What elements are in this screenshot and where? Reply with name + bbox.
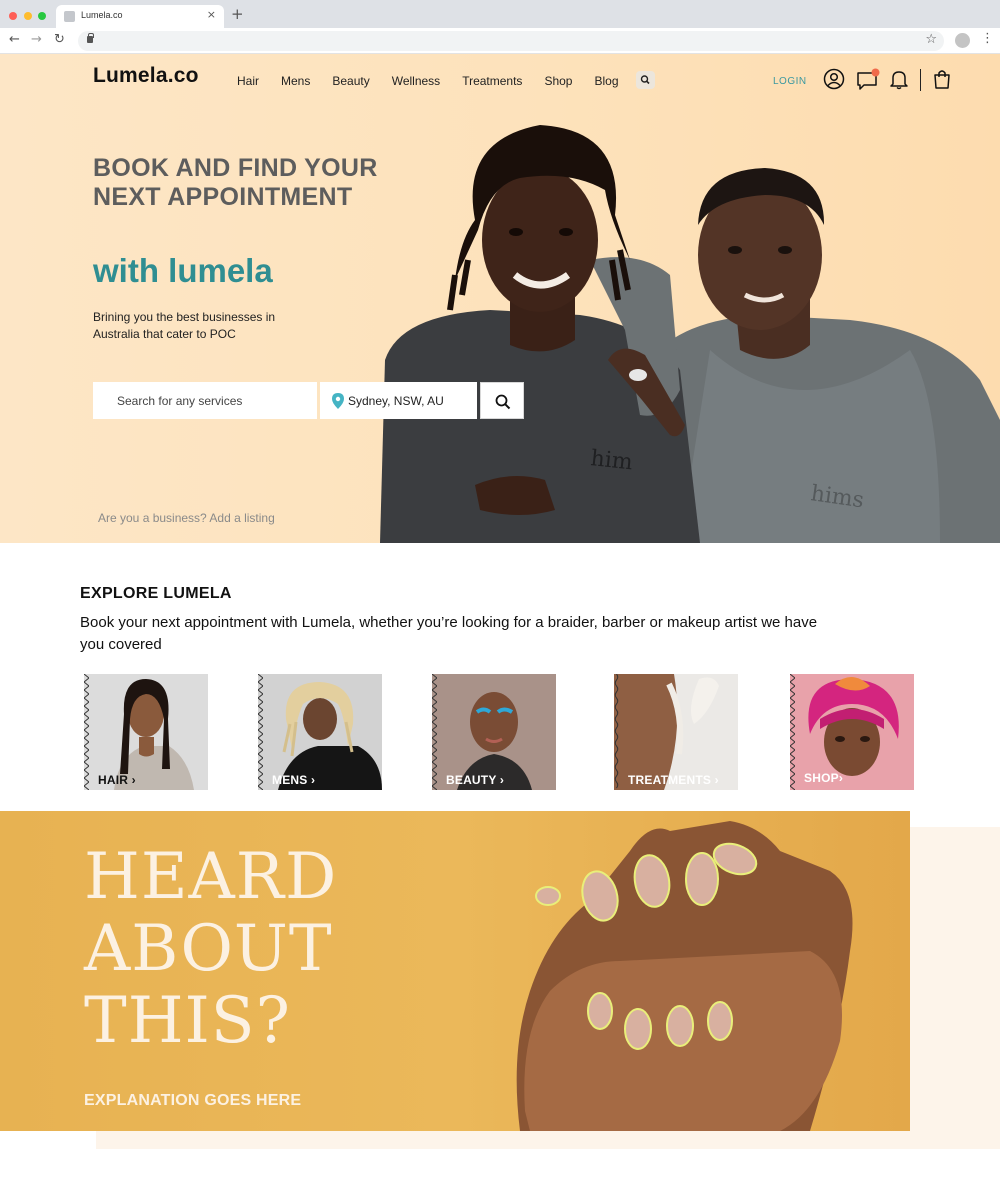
search-icon bbox=[495, 394, 511, 410]
category-label-treatments: TREATMENTS › bbox=[628, 773, 719, 787]
profile-avatar[interactable] bbox=[955, 33, 970, 48]
chevron-right-icon: › bbox=[838, 771, 844, 785]
category-card-hair[interactable]: HAIR › bbox=[84, 674, 208, 790]
banner-headline-line: ABOUT bbox=[84, 912, 333, 986]
category-text: MENS bbox=[272, 773, 312, 787]
category-label-hair: HAIR › bbox=[98, 773, 136, 787]
zigzag-border bbox=[84, 674, 89, 790]
minimize-window-button[interactable] bbox=[24, 12, 32, 20]
category-text: HAIR bbox=[98, 773, 132, 787]
hero-section: hims him Lumela.co Hair Mens Beauty Well… bbox=[0, 54, 1000, 543]
category-label-shop: SHOP› bbox=[804, 771, 843, 785]
bookmark-star-icon[interactable]: ☆ bbox=[925, 32, 937, 47]
banner-headline: HEARD ABOUT THIS? bbox=[84, 841, 337, 1057]
nav-item-treatments[interactable]: Treatments bbox=[462, 74, 522, 88]
category-card-mens[interactable]: MENS › bbox=[258, 674, 382, 790]
chat-icon[interactable] bbox=[855, 68, 881, 92]
nav-item-hair[interactable]: Hair bbox=[237, 74, 259, 88]
shopping-bag-icon[interactable] bbox=[931, 68, 953, 90]
explore-title: EXPLORE LUMELA bbox=[80, 585, 232, 602]
browser-toolbar: ← → ↻ ☆ ⋮ bbox=[0, 28, 1000, 54]
banner-headline-line: THIS? bbox=[84, 984, 291, 1058]
lock-icon bbox=[87, 33, 94, 43]
chevron-right-icon: › bbox=[714, 773, 719, 787]
tab-close-icon[interactable]: × bbox=[207, 8, 216, 21]
hero-subtitle: with lumela bbox=[93, 252, 273, 289]
maximize-window-button[interactable] bbox=[38, 12, 46, 20]
category-text: SHOP bbox=[804, 771, 839, 785]
nav-item-beauty[interactable]: Beauty bbox=[332, 74, 369, 88]
nav-item-shop[interactable]: Shop bbox=[544, 74, 572, 88]
search-icon bbox=[640, 75, 650, 85]
category-text: TREATMENTS bbox=[628, 773, 715, 787]
category-text: BEAUTY bbox=[446, 773, 500, 787]
category-card-shop[interactable]: SHOP› bbox=[790, 674, 914, 790]
zigzag-border bbox=[258, 674, 263, 790]
zigzag-border bbox=[432, 674, 437, 790]
header-divider bbox=[920, 69, 921, 91]
banner-headline-line: HEARD bbox=[84, 840, 338, 914]
chevron-right-icon: › bbox=[131, 773, 136, 787]
bell-icon[interactable] bbox=[888, 68, 910, 90]
hero-image: hims him bbox=[380, 125, 1000, 543]
location-value: Sydney, NSW, AU bbox=[348, 394, 444, 408]
favicon-icon bbox=[64, 11, 75, 22]
banner-explanation: EXPLANATION GOES HERE bbox=[84, 1092, 302, 1109]
hero-tagline: Brining you the best businesses in Austr… bbox=[93, 310, 276, 341]
address-bar[interactable]: ☆ bbox=[78, 31, 944, 51]
search-button[interactable] bbox=[480, 382, 524, 419]
nav-search-button[interactable] bbox=[636, 71, 655, 89]
location-pin-icon bbox=[332, 393, 344, 409]
hands-image bbox=[516, 821, 853, 1131]
main-nav: Hair Mens Beauty Wellness Treatments Sho… bbox=[237, 74, 641, 88]
nav-item-wellness[interactable]: Wellness bbox=[392, 74, 440, 88]
category-card-beauty[interactable]: BEAUTY › bbox=[432, 674, 556, 790]
chevron-right-icon: › bbox=[311, 773, 316, 787]
browser-tab-bar: Lumela.co × + bbox=[0, 0, 1000, 28]
tab-title: Lumela.co bbox=[81, 10, 123, 20]
category-label-mens: MENS › bbox=[272, 773, 315, 787]
location-field[interactable]: Sydney, NSW, AU bbox=[320, 382, 477, 419]
browser-tab[interactable]: Lumela.co × bbox=[56, 5, 224, 28]
user-icon[interactable] bbox=[823, 68, 845, 90]
zigzag-border bbox=[790, 674, 795, 790]
close-window-button[interactable] bbox=[9, 12, 17, 20]
forward-icon[interactable]: → bbox=[31, 32, 42, 47]
new-tab-button[interactable]: + bbox=[231, 5, 244, 23]
wavy-border bbox=[614, 674, 619, 789]
site-logo[interactable]: Lumela.co bbox=[93, 64, 199, 88]
chevron-right-icon: › bbox=[499, 773, 505, 787]
hero-title: BOOK AND FIND YOUR NEXT APPOINTMENT bbox=[93, 154, 378, 211]
browser-menu-icon[interactable]: ⋮ bbox=[981, 31, 994, 46]
nav-item-mens[interactable]: Mens bbox=[281, 74, 310, 88]
category-label-beauty: BEAUTY › bbox=[446, 773, 504, 787]
svg-text:him: him bbox=[589, 446, 634, 475]
service-search-input[interactable] bbox=[93, 382, 317, 419]
notification-badge bbox=[871, 68, 880, 77]
login-link[interactable]: LOGIN bbox=[773, 76, 807, 87]
nav-item-blog[interactable]: Blog bbox=[594, 74, 618, 88]
back-icon[interactable]: ← bbox=[9, 32, 20, 47]
category-card-treatments[interactable]: TREATMENTS › bbox=[614, 674, 738, 790]
explore-description: Book your next appointment with Lumela, … bbox=[80, 614, 818, 653]
add-listing-link[interactable]: Are you a business? Add a listing bbox=[98, 511, 275, 525]
reload-icon[interactable]: ↻ bbox=[54, 32, 65, 47]
promo-banner[interactable]: HEARD ABOUT THIS? EXPLANATION GOES HERE bbox=[0, 811, 910, 1131]
service-search-field bbox=[93, 382, 317, 419]
